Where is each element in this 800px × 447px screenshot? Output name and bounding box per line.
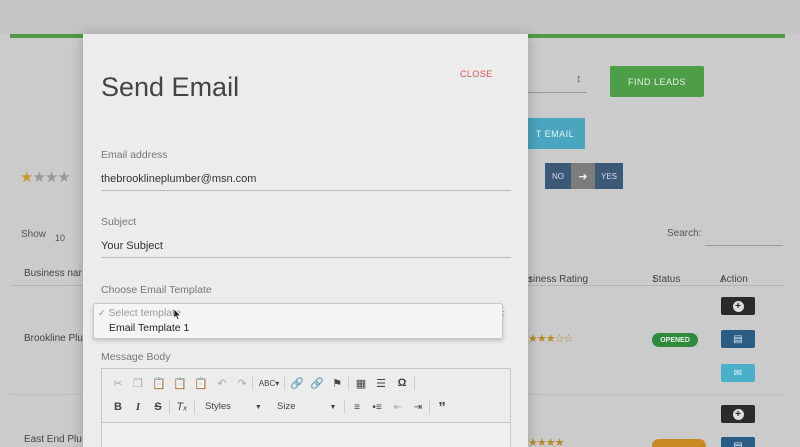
sign-in-icon[interactable]: ➜ [571,163,595,189]
bar-chart-icon: ▤ [733,333,743,345]
template-label: Choose Email Template [101,284,212,296]
envelope-icon: ✉ [733,367,743,379]
stats-button[interactable]: ▤ [721,330,755,348]
plus-circle-icon: + [732,300,744,312]
filter-select[interactable] [525,92,587,93]
caret-down-icon: ▼ [254,404,262,411]
status-badge [652,439,706,447]
star-icon: ★★★ [32,169,70,186]
add-button[interactable]: + [721,297,755,315]
sort-icon: ↕ [528,274,533,285]
dropdown-option-placeholder[interactable]: ✓ Select template [98,307,181,319]
table-row-name: Brookline Plu [24,333,83,344]
yes-no-toggle[interactable]: NO ➜ YES [545,163,623,189]
sort-icon: ↕ [652,274,657,285]
find-leads-button[interactable]: FIND LEADS [610,66,704,97]
paste-icon[interactable]: 📋 [152,375,166,391]
star-rating-filter[interactable]: ★★★★ [20,168,71,186]
bulleted-list-icon[interactable]: •≡ [370,399,384,415]
subject-label: Subject [101,216,137,228]
unlink-icon[interactable]: 🔗 [310,375,324,391]
rich-text-editor[interactable]: ✂ ❐ 📋 📋 📋 ↶ ↷ ABC▾ 🔗 🔗 ⚑ ▦ ☰ Ω B I S Tₓ [101,368,511,447]
editor-toolbar-row-2: B I S Tₓ Styles ▼ Size ▼ ≡ •≡ ⇤ ⇥ ” [102,395,510,423]
subject-field-underline [101,257,511,258]
cut-icon[interactable]: ✂ [111,375,125,391]
anchor-flag-icon[interactable]: ⚑ [330,375,344,391]
show-entries-select[interactable]: 10 [55,233,65,243]
mouse-pointer-icon [174,309,181,320]
send-email-button[interactable]: T EMAIL [525,118,585,149]
send-email-modal: Send Email CLOSE Email address thebrookl… [83,34,528,447]
plus-circle-icon: + [732,408,744,420]
row-rating-stars: ★★★☆☆ [528,333,573,345]
dropdown-option-template-1[interactable]: Email Template 1 [109,322,189,334]
remove-format-icon[interactable]: Tₓ [174,399,190,415]
close-button[interactable]: CLOSE [460,69,493,79]
bar-chart-icon: ▤ [733,440,743,447]
undo-icon[interactable]: ↶ [215,375,229,391]
show-label: Show [21,229,47,240]
status-badge: OPENED [652,333,698,347]
special-char-icon[interactable]: Ω [395,375,409,391]
star-icon: ★ [20,169,33,186]
table-row-name: East End Plu [24,434,82,445]
copy-icon[interactable]: ❐ [131,375,145,391]
outdent-icon[interactable]: ⇤ [391,399,405,415]
spellcheck-icon[interactable]: ABC▾ [258,375,280,391]
email-row-button[interactable]: ✉ [721,364,755,382]
horizontal-line-icon[interactable]: ☰ [374,375,388,391]
sort-icon: ↕ [720,274,725,285]
redo-icon[interactable]: ↷ [235,375,249,391]
row-rating-stars: ★★★★ [528,437,564,447]
numbered-list-icon[interactable]: ≡ [350,399,364,415]
caret-down-icon: ▼ [329,404,337,411]
email-field[interactable]: thebrooklineplumber@msn.com [101,173,256,185]
template-dropdown[interactable]: ✓ Select template Email Template 1 [93,303,503,339]
italic-icon[interactable]: I [131,399,145,415]
checkmark-icon: ✓ [98,308,106,318]
strikethrough-icon[interactable]: S [151,399,165,415]
email-label: Email address [101,149,168,161]
search-label: Search: [667,228,702,239]
paste-word-icon[interactable]: 📋 [194,375,208,391]
indent-icon[interactable]: ⇥ [411,399,425,415]
header-business-name[interactable]: Business nar [24,268,82,279]
size-dropdown[interactable]: Size ▼ [277,401,336,412]
toggle-yes[interactable]: YES [595,163,623,189]
editor-toolbar-row-1: ✂ ❐ 📋 📋 📋 ↶ ↷ ABC▾ 🔗 🔗 ⚑ ▦ ☰ Ω [102,371,510,395]
stats-button[interactable]: ▤ [721,437,755,447]
table-icon[interactable]: ▦ [354,375,368,391]
styles-dropdown[interactable]: Styles ▼ [205,401,262,412]
bold-icon[interactable]: B [111,399,125,415]
message-body-label: Message Body [101,351,171,363]
add-button[interactable]: + [721,405,755,423]
link-icon[interactable]: 🔗 [290,375,304,391]
blockquote-icon[interactable]: ” [435,399,449,416]
select-arrows-icon: ↕ [576,73,582,85]
subject-field[interactable]: Your Subject [101,240,163,252]
modal-title: Send Email [101,72,240,102]
search-input[interactable] [705,245,783,246]
message-body-editor[interactable] [102,423,510,447]
email-field-underline [101,190,511,191]
toggle-no[interactable]: NO [545,163,571,189]
top-navbar [0,0,800,34]
paste-text-icon[interactable]: 📋 [173,375,187,391]
